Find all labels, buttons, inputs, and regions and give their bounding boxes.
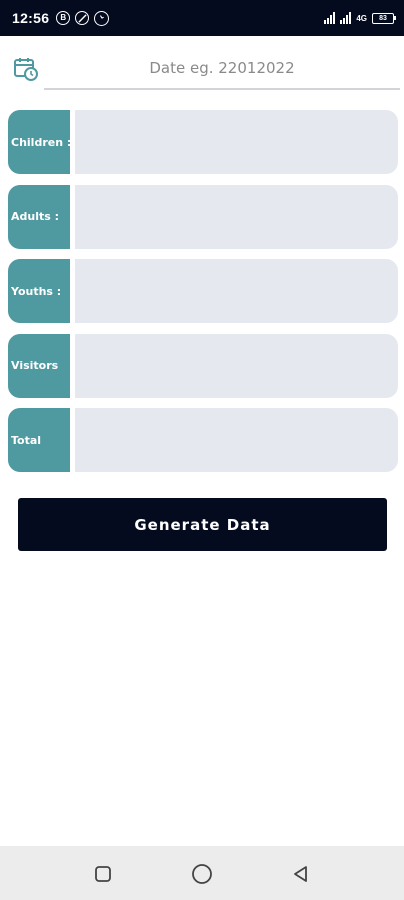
total-row: Total (8, 408, 398, 472)
total-label: Total (8, 408, 70, 472)
visitors-input[interactable] (75, 333, 398, 398)
signal-icon (324, 12, 336, 24)
children-label: Children : (8, 110, 70, 174)
date-input[interactable] (44, 48, 400, 88)
recent-apps-icon[interactable] (92, 863, 114, 885)
adults-input[interactable] (75, 184, 398, 249)
date-field[interactable] (44, 48, 400, 90)
whatsapp-icon (94, 10, 110, 26)
status-bar: 12:56 B 4G 83 (0, 0, 404, 36)
navigation-bar (0, 846, 404, 900)
battery-icon: 83 (372, 12, 396, 24)
do-not-disturb-icon (75, 11, 90, 25)
status-time: 12:56 (12, 10, 50, 26)
count-rows: Children : Adults : Youths : Visitors To… (8, 110, 398, 483)
signal-icon (340, 12, 352, 24)
adults-label: Adults : (8, 184, 70, 249)
youths-label: Youths : (8, 259, 70, 323)
visitors-row: Visitors (8, 333, 398, 398)
calendar-icon[interactable] (12, 55, 40, 83)
back-icon[interactable] (290, 863, 312, 885)
youths-input[interactable] (75, 259, 398, 323)
children-input[interactable] (75, 110, 398, 174)
adults-row: Adults : (8, 184, 398, 249)
children-row: Children : (8, 110, 398, 174)
battery-level: 83 (379, 14, 387, 22)
youths-row: Youths : (8, 259, 398, 323)
network-label: 4G (356, 13, 367, 23)
generate-data-button[interactable]: Generate Data (18, 498, 387, 551)
b-icon: B (56, 11, 71, 25)
visitors-label: Visitors (8, 333, 70, 398)
total-input[interactable] (75, 408, 398, 472)
home-icon[interactable] (191, 863, 213, 885)
